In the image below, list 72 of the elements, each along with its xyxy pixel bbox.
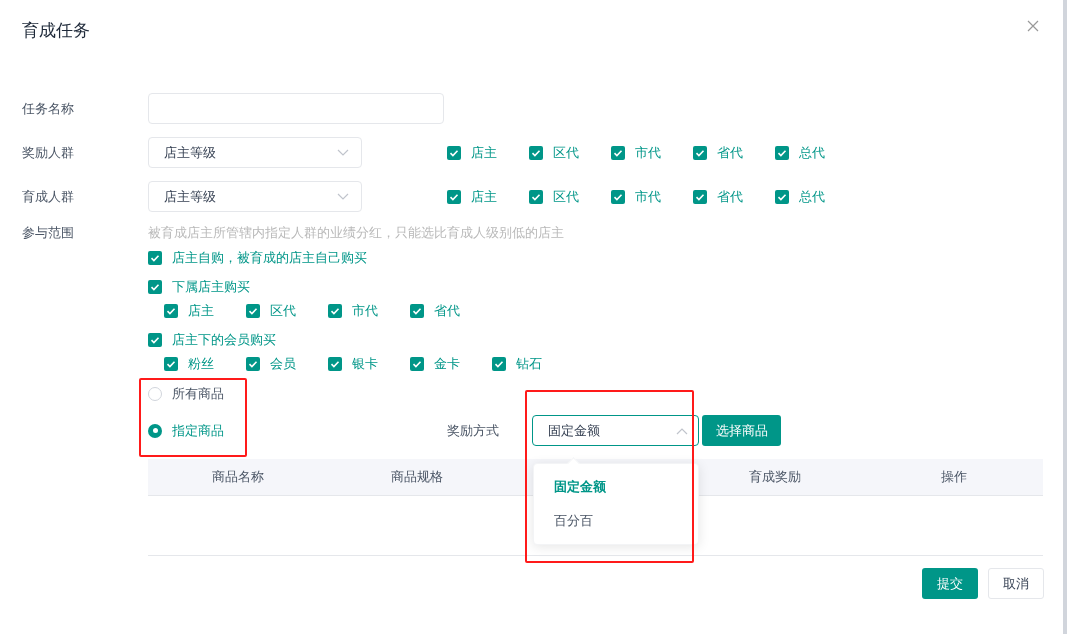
checkbox-label[interactable]: 会员 [270, 354, 296, 374]
radio-button[interactable] [148, 387, 162, 401]
checkbox[interactable] [246, 304, 260, 318]
checkbox[interactable] [529, 145, 543, 160]
checkbox[interactable] [148, 280, 162, 294]
checkbox-label[interactable]: 市代 [635, 142, 661, 163]
checkbox[interactable] [148, 333, 162, 347]
reward-group-select[interactable]: 店主等级 [148, 137, 362, 168]
checkbox-label[interactable]: 省代 [434, 301, 460, 321]
reward-method-select[interactable]: 固定金额 [532, 415, 699, 446]
field-label: 参与范围 [21, 224, 75, 243]
close-icon[interactable] [1027, 20, 1039, 32]
dropdown-option[interactable]: 百分百 [534, 504, 698, 538]
select-goods-button[interactable]: 选择商品 [702, 415, 781, 446]
checkbox-label[interactable]: 店主自购，被育成的店主自己购买 [172, 248, 367, 268]
hint-text: 被育成店主所管辖内指定人群的业绩分红，只能选比育成人级别低的店主 [148, 224, 564, 243]
checkbox-label[interactable]: 店主下的会员购买 [172, 330, 276, 350]
checkbox[interactable] [529, 189, 543, 204]
checkbox[interactable] [410, 357, 424, 371]
submit-button[interactable]: 提交 [922, 568, 978, 599]
checkbox[interactable] [447, 145, 461, 160]
radio-button[interactable] [148, 423, 162, 438]
dropdown-option[interactable]: 固定金额 [534, 470, 698, 504]
field-label: 奖励方式 [447, 421, 500, 440]
checkbox-label[interactable]: 省代 [717, 186, 743, 207]
field-label: 任务名称 [21, 99, 75, 118]
checkbox-label[interactable]: 下属店主购买 [172, 277, 250, 297]
checkbox-label[interactable]: 区代 [270, 301, 296, 321]
field-label: 奖励人群 [21, 143, 75, 162]
checkbox[interactable] [447, 189, 461, 204]
checkbox-label[interactable]: 金卡 [434, 354, 460, 374]
field-label: 育成人群 [21, 187, 75, 206]
checkbox-label[interactable]: 省代 [717, 142, 743, 163]
chevron-down-icon [337, 192, 349, 201]
checkbox[interactable] [410, 304, 424, 318]
checkbox-label[interactable]: 总代 [799, 142, 825, 163]
checkbox-label[interactable]: 银卡 [352, 354, 378, 374]
checkbox-label[interactable]: 店主 [471, 186, 497, 207]
checkbox-label[interactable]: 市代 [635, 186, 661, 207]
checkbox[interactable] [246, 357, 260, 371]
checkbox[interactable] [148, 251, 162, 265]
column-header: 商品规格 [389, 468, 444, 487]
column-header: 商品名称 [210, 468, 265, 487]
radio-label[interactable]: 所有商品 [172, 384, 224, 404]
checkbox[interactable] [164, 304, 178, 318]
checkbox[interactable] [328, 357, 342, 371]
checkbox[interactable] [328, 304, 342, 318]
chevron-down-icon [337, 148, 349, 157]
checkbox-label[interactable]: 区代 [553, 186, 579, 207]
checkbox[interactable] [611, 189, 625, 204]
checkbox[interactable] [492, 357, 506, 371]
checkbox[interactable] [693, 145, 707, 160]
dialog-title: 育成任务 [22, 20, 90, 42]
checkbox[interactable] [611, 145, 625, 160]
cultivate-group-select[interactable]: 店主等级 [148, 181, 362, 212]
radio-label[interactable]: 指定商品 [172, 420, 224, 441]
checkbox-label[interactable]: 店主 [471, 142, 497, 163]
checkbox[interactable] [775, 145, 789, 160]
checkbox[interactable] [693, 189, 707, 204]
cancel-button[interactable]: 取消 [988, 568, 1044, 599]
checkbox[interactable] [164, 357, 178, 371]
task-name-input[interactable] [148, 93, 444, 124]
column-header: 操作 [939, 468, 968, 487]
checkbox-label[interactable]: 店主 [188, 301, 214, 321]
chevron-up-icon [676, 426, 688, 435]
checkbox-label[interactable]: 市代 [352, 301, 378, 321]
checkbox[interactable] [775, 189, 789, 204]
checkbox-label[interactable]: 粉丝 [188, 354, 214, 374]
checkbox-label[interactable]: 区代 [553, 142, 579, 163]
column-header: 育成奖励 [747, 468, 802, 487]
checkbox-label[interactable]: 钻石 [516, 354, 542, 374]
checkbox-label[interactable]: 总代 [799, 186, 825, 207]
